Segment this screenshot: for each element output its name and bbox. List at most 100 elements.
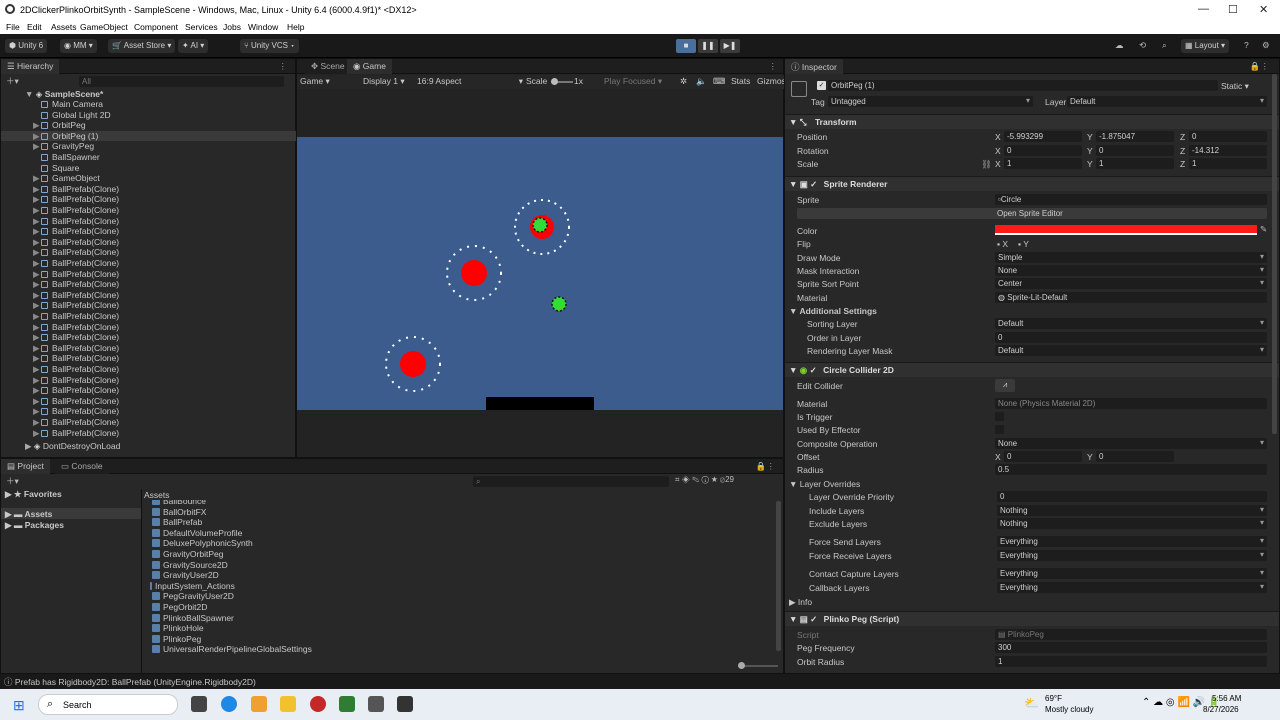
hierarchy-item[interactable]: ▶ OrbitPeg (1) — [1, 130, 297, 142]
mask-interaction-dropdown[interactable]: None — [995, 265, 1267, 276]
task-view-icon[interactable] — [191, 696, 207, 712]
scene-row[interactable]: ▼ ◈ SampleScene* — [1, 89, 295, 100]
asset-item[interactable]: UniversalRenderPipelineGlobalSettings — [152, 644, 312, 654]
menu-jobs[interactable]: Jobs — [223, 22, 241, 32]
scale-y-field[interactable]: 1 — [1096, 158, 1174, 169]
account-button[interactable]: ⬢ Unity 6 — [5, 39, 48, 53]
mute-icon[interactable]: ✲ — [680, 76, 687, 87]
callback-layers-dropdown[interactable]: Everything — [997, 582, 1267, 593]
tab-inspector[interactable]: ⓘ Inspector — [785, 59, 843, 74]
asset-item[interactable]: DeluxePolyphonicSynth — [152, 538, 253, 548]
asset-item[interactable]: GravityOrbitPeg — [152, 549, 223, 559]
hierarchy-item[interactable]: Main Camera — [1, 99, 297, 110]
layer-overrides-foldout[interactable]: ▼ Layer Overrides — [789, 479, 860, 489]
menu-window[interactable]: Window — [248, 22, 278, 32]
scale-slider-handle[interactable] — [551, 78, 558, 85]
position-z-field[interactable]: 0 — [1189, 131, 1267, 142]
expand-arrow-icon[interactable]: ▶ — [33, 332, 41, 343]
expand-arrow-icon[interactable]: ▶ — [33, 269, 41, 280]
expand-arrow-icon[interactable]: ▶ — [33, 205, 41, 216]
offset-y-field[interactable]: 0 — [1096, 451, 1174, 462]
hierarchy-item[interactable]: BallSpawner — [1, 152, 297, 163]
include-layers-dropdown[interactable]: Nothing — [997, 505, 1267, 516]
asset-store-button[interactable]: 🛒 Asset Store ▾ — [108, 39, 176, 53]
chrome-icon[interactable] — [310, 696, 326, 712]
display-dropdown[interactable]: Display 1 ▾ — [363, 76, 405, 87]
filter-icons[interactable]: ⌗ ◈ ✎ ⓘ ★ ⊘29 — [675, 475, 734, 485]
hierarchy-item[interactable]: ▶ BallPrefab(Clone) — [1, 247, 297, 258]
is-trigger-checkbox[interactable] — [995, 412, 1004, 421]
rendering-layer-mask-dropdown[interactable]: Default — [995, 345, 1267, 356]
offset-x-field[interactable]: 0 — [1004, 451, 1082, 462]
cloud-icon[interactable]: ☁ — [1115, 40, 1124, 51]
hierarchy-item[interactable]: ▶ BallPrefab(Clone) — [1, 300, 297, 311]
expand-arrow-icon[interactable]: ▶ — [33, 120, 41, 131]
vcs-button[interactable]: ⑂ Unity VCS ▾ — [240, 39, 299, 53]
constrain-proportions-icon[interactable]: ⛓ — [981, 159, 992, 170]
unity-editor-icon[interactable] — [397, 696, 413, 712]
scale-x-field[interactable]: 1 — [1004, 158, 1082, 169]
position-x-field[interactable]: -5.993299 — [1004, 131, 1082, 142]
expand-arrow-icon[interactable]: ▶ — [33, 184, 41, 195]
asset-item[interactable]: BallPrefab — [152, 517, 202, 527]
info-foldout[interactable]: ▶ Info — [789, 597, 812, 608]
expand-arrow-icon[interactable]: ▶ — [33, 258, 41, 269]
expand-arrow-icon[interactable]: ▶ — [33, 247, 41, 258]
menu-assets[interactable]: Assets — [51, 22, 77, 32]
tab-hierarchy[interactable]: ☰ Hierarchy — [1, 59, 60, 74]
hierarchy-item[interactable]: ▶ BallPrefab(Clone) — [1, 279, 297, 290]
asset-item[interactable]: GravityUser2D — [152, 570, 219, 580]
tag-dropdown[interactable]: Untagged — [828, 96, 1033, 107]
edit-collider-button[interactable]: ⩘ — [995, 379, 1015, 392]
expand-arrow-icon[interactable]: ▶ — [33, 385, 41, 396]
hierarchy-item[interactable]: ▶ BallPrefab(Clone) — [1, 311, 297, 322]
hierarchy-item[interactable]: ▶ BallPrefab(Clone) — [1, 237, 297, 248]
static-toggle[interactable]: Static ▾ — [1221, 81, 1249, 92]
taskbar-search[interactable]: ⌕ Search — [38, 694, 178, 715]
force-send-dropdown[interactable]: Everything — [997, 536, 1267, 547]
hierarchy-item[interactable]: ▶ BallPrefab(Clone) — [1, 375, 297, 386]
asset-item[interactable]: GravitySource2D — [152, 560, 228, 570]
asset-item[interactable]: PlinkoHole — [152, 623, 204, 633]
flip-x-toggle[interactable]: ▪ X — [997, 239, 1008, 249]
asset-item[interactable]: PegGravityUser2D — [152, 591, 234, 601]
scale-z-field[interactable]: 1 — [1189, 158, 1267, 169]
contact-capture-dropdown[interactable]: Everything — [997, 568, 1267, 579]
hierarchy-item[interactable]: ▶ GameObject — [1, 173, 297, 184]
draw-mode-dropdown[interactable]: Simple — [995, 252, 1267, 263]
additional-settings-foldout[interactable]: ▼ Additional Settings — [789, 306, 877, 316]
layer-dropdown[interactable]: Default — [1067, 96, 1267, 107]
expand-arrow-icon[interactable]: ▶ — [33, 300, 41, 311]
hierarchy-item[interactable]: ▶ BallPrefab(Clone) — [1, 417, 297, 428]
minimize-icon[interactable]: — — [1198, 3, 1209, 15]
hierarchy-item[interactable]: ▶ BallPrefab(Clone) — [1, 353, 297, 364]
hierarchy-item[interactable]: ▶ BallPrefab(Clone) — [1, 194, 297, 205]
keyboard-icon[interactable]: ⌨ — [713, 76, 725, 87]
menu-edit[interactable]: Edit — [27, 22, 42, 32]
hierarchy-item[interactable]: ▶ BallPrefab(Clone) — [1, 332, 297, 343]
packages-item[interactable]: ▶ ▬ Packages — [5, 520, 64, 531]
aspect-dropdown[interactable]: 16:9 Aspect ▾ — [417, 76, 523, 87]
tab-game[interactable]: ◉ Game — [347, 59, 392, 74]
maximize-icon[interactable]: ☐ — [1228, 3, 1238, 16]
hierarchy-item[interactable]: ▶ BallPrefab(Clone) — [1, 406, 297, 417]
file-explorer-icon[interactable] — [280, 696, 296, 712]
project-search-input[interactable]: ⌕ — [473, 476, 669, 487]
edge-icon[interactable] — [221, 696, 237, 712]
menu-component[interactable]: Component — [134, 22, 178, 32]
hierarchy-item[interactable]: ▶ BallPrefab(Clone) — [1, 364, 297, 375]
orbit-radius-field[interactable]: 1 — [995, 656, 1267, 667]
tab-scene[interactable]: ✥ Scene — [305, 59, 351, 74]
hierarchy-item[interactable]: ▶ BallPrefab(Clone) — [1, 385, 297, 396]
audio-icon[interactable]: 🔈 — [696, 76, 707, 87]
stats-button[interactable]: Stats — [731, 76, 750, 86]
plinko-peg-header[interactable]: ▼ ▤ ✓ Plinko Peg (Script) — [785, 611, 1279, 626]
menu-services[interactable]: Services — [185, 22, 218, 32]
expand-arrow-icon[interactable]: ▶ — [33, 173, 41, 184]
material-field[interactable]: ◍ Sprite-Lit-Default — [995, 292, 1267, 303]
zoom-slider-handle[interactable] — [738, 662, 745, 669]
assets-breadcrumb[interactable]: Assets — [144, 490, 170, 500]
peg-frequency-field[interactable]: 300 — [995, 642, 1267, 653]
collider-material-field[interactable]: None (Physics Material 2D) — [995, 398, 1267, 409]
expand-arrow-icon[interactable]: ▶ — [33, 290, 41, 301]
